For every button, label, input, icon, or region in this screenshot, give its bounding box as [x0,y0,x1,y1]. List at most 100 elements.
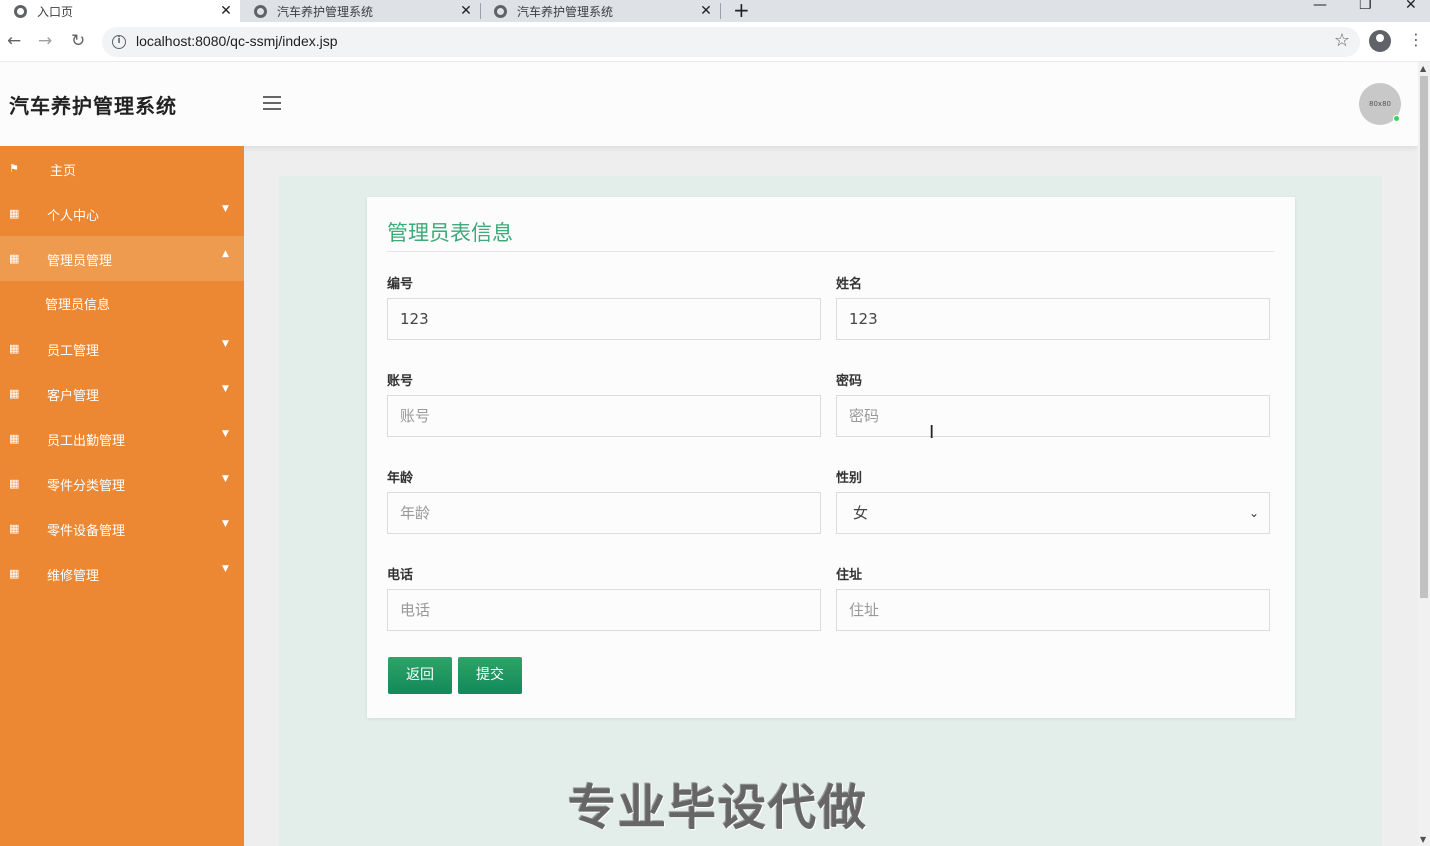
sidebar-item-attendance-management[interactable]: ▦ 员工出勤管理 ▼ [0,416,244,461]
grid-icon: ▦ [9,522,19,535]
sidebar-item-admin-management[interactable]: ▦ 管理员管理 ▲ [0,236,244,281]
grid-icon: ▦ [9,567,19,580]
grid-icon: ▦ [9,387,19,400]
app-brand: 汽车养护管理系统 [9,94,177,118]
tab-title: 入口页 [37,4,74,19]
new-tab-icon[interactable]: + [733,0,750,22]
field-label-xingming: 姓名 [836,277,863,292]
form-card: 管理员表信息 编号 123 姓名 123 账号 账号 密码 密码 年龄 年龄 性… [367,197,1295,718]
sidebar-item-personal-center[interactable]: ▦ 个人中心 ▼ [0,191,244,236]
globe-icon [254,4,267,18]
submit-button[interactable]: 提交 [458,657,522,694]
profile-icon[interactable] [1369,30,1391,52]
web-page: 汽车养护管理系统 80x80 ⚑ 主页 ▦ 个人中心 ▼ ▦ 管理员管理 ▲ 管… [0,62,1418,846]
hamburger-menu-icon[interactable] [263,96,281,110]
grid-icon: ▦ [9,477,19,490]
more-menu-icon[interactable]: ⋮ [1408,30,1424,49]
sidebar-item-label: 员工管理 [47,344,100,359]
tab-title: 汽车养护管理系统 [517,4,614,19]
zhuzhi-input[interactable]: 住址 [836,589,1270,631]
sidebar-subitem-admin-info[interactable]: 管理员信息 [0,281,244,325]
sidebar-item-label: 客户管理 [47,389,100,404]
nianling-input[interactable]: 年龄 [387,492,821,534]
title-divider [387,251,1275,252]
caret-down-icon: ▼ [222,519,229,529]
minimize-icon[interactable]: — [1313,0,1327,13]
browser-tab-bar: 入口页 ✕ 汽车养护管理系统 ✕ 汽车养护管理系统 ✕ + — ❐ ✕ [0,0,1430,22]
forward-arrow-icon[interactable]: → [38,31,52,51]
scroll-thumb[interactable] [1420,76,1428,598]
sidebar-item-label: 管理员信息 [45,298,111,313]
caret-down-icon: ▼ [222,204,229,214]
field-label-zhanghao: 账号 [387,374,414,389]
globe-icon [14,4,27,18]
main-content: 管理员表信息 编号 123 姓名 123 账号 账号 密码 密码 年龄 年龄 性… [279,176,1382,846]
mima-input[interactable]: 密码 [836,395,1270,437]
sidebar-item-employee-management[interactable]: ▦ 员工管理 ▼ [0,326,244,371]
browser-toolbar: ← → ↻ i localhost:8080/qc-ssmj/index.jsp… [0,22,1430,62]
caret-down-icon: ▼ [222,429,229,439]
field-label-bianhao: 编号 [387,277,414,292]
back-button[interactable]: 返回 [388,657,452,694]
watermark-text: 专业毕设代做 [568,780,869,836]
globe-icon [494,4,507,18]
caret-up-icon: ▲ [222,249,229,259]
tab-title: 汽车养护管理系统 [277,4,374,19]
zhanghao-input[interactable]: 账号 [387,395,821,437]
window-close-icon[interactable]: ✕ [1405,0,1417,13]
text-cursor-icon: I [929,422,935,443]
scroll-up-icon[interactable]: ▲ [1420,64,1426,73]
xingbie-select[interactable]: 女 ⌄ [836,492,1270,534]
address-bar[interactable]: i localhost:8080/qc-ssmj/index.jsp ☆ [102,27,1360,57]
form-title: 管理员表信息 [387,221,513,245]
info-icon[interactable]: i [112,35,126,49]
bianhao-input[interactable]: 123 [387,298,821,340]
sidebar-item-label: 零件分类管理 [47,479,126,494]
sidebar-item-repair-management[interactable]: ▦ 维修管理 ▼ [0,551,244,596]
grid-icon: ▦ [9,207,19,220]
star-icon[interactable]: ☆ [1334,30,1350,51]
field-label-nianling: 年龄 [387,471,414,486]
restore-icon[interactable]: ❐ [1359,0,1372,13]
caret-down-icon: ▼ [222,564,229,574]
sidebar: ⚑ 主页 ▦ 个人中心 ▼ ▦ 管理员管理 ▲ 管理员信息 ▦ 员工管理 ▼ ▦… [0,146,244,846]
scroll-down-icon[interactable]: ▼ [1420,835,1426,844]
field-label-dianhua: 电话 [387,568,414,583]
dianhua-input[interactable]: 电话 [387,589,821,631]
browser-tab-3[interactable]: 汽车养护管理系统 ✕ [480,0,720,22]
sidebar-item-label: 主页 [50,164,77,179]
caret-down-icon: ▼ [222,474,229,484]
xingming-input[interactable]: 123 [836,298,1270,340]
browser-tab-1[interactable]: 入口页 ✕ [0,0,240,22]
grid-icon: ▦ [9,432,19,445]
sidebar-item-customer-management[interactable]: ▦ 客户管理 ▼ [0,371,244,416]
sidebar-item-home[interactable]: ⚑ 主页 [0,146,244,191]
tab-separator [720,3,721,19]
caret-down-icon: ▼ [222,339,229,349]
close-icon[interactable]: ✕ [458,3,474,19]
browser-tab-2[interactable]: 汽车养护管理系统 ✕ [240,0,480,22]
grid-icon: ▦ [9,252,19,265]
close-icon[interactable]: ✕ [218,3,234,19]
online-status-dot [1393,115,1400,122]
select-value: 女 [853,504,869,522]
sidebar-item-label: 管理员管理 [47,254,113,269]
sidebar-item-label: 个人中心 [47,209,100,224]
grid-icon: ▦ [9,342,19,355]
close-icon[interactable]: ✕ [698,3,714,19]
url-text[interactable]: localhost:8080/qc-ssmj/index.jsp [136,33,338,49]
page-scrollbar[interactable]: ▲ ▼ [1418,62,1430,846]
caret-down-icon: ▼ [222,384,229,394]
field-label-xingbie: 性别 [836,471,863,486]
sidebar-item-label: 维修管理 [47,569,100,584]
sidebar-item-label: 员工出勤管理 [47,434,126,449]
flag-icon: ⚑ [9,162,19,175]
sidebar-item-label: 零件设备管理 [47,524,126,539]
back-arrow-icon[interactable]: ← [7,31,21,51]
field-label-zhuzhi: 住址 [836,568,863,583]
sidebar-item-part-equipment-management[interactable]: ▦ 零件设备管理 ▼ [0,506,244,551]
field-label-mima: 密码 [836,374,863,389]
sidebar-item-part-category-management[interactable]: ▦ 零件分类管理 ▼ [0,461,244,506]
reload-icon[interactable]: ↻ [71,31,85,51]
app-header: 汽车养护管理系统 80x80 [0,62,1418,146]
